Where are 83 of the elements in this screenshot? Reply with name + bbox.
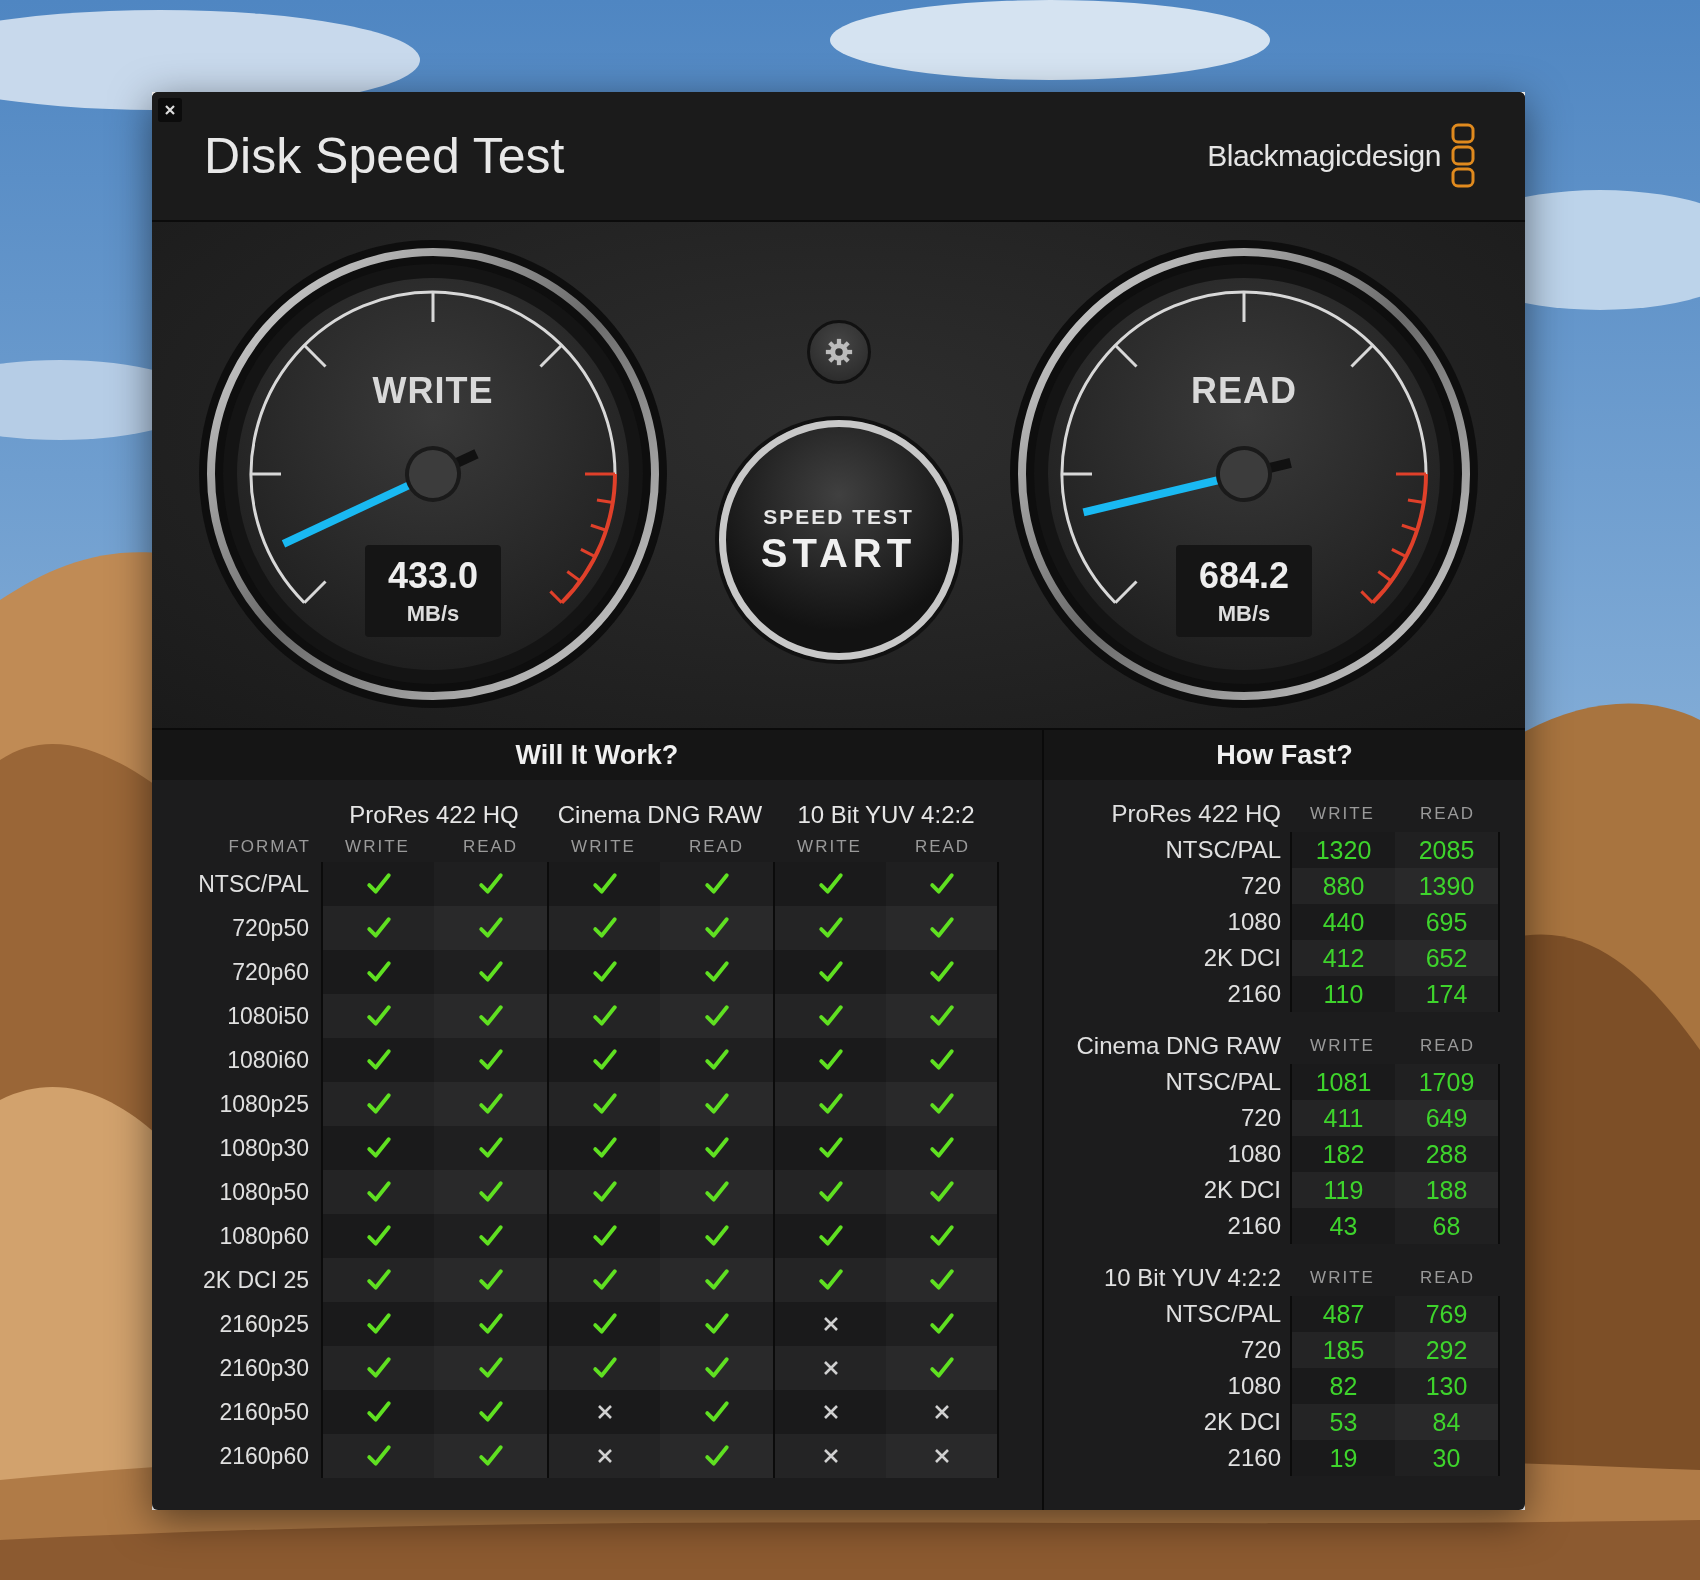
stacked-squares-icon — [1451, 123, 1477, 189]
row-label: 2K DCI 25 — [201, 1265, 310, 1295]
gauge-label: WRITE — [371, 370, 495, 412]
column-header: READ — [1418, 804, 1477, 824]
table-cell: 652 — [1395, 940, 1500, 976]
row-label: 2160 — [1226, 1443, 1282, 1473]
row-label: NTSC/PAL — [1164, 1299, 1282, 1329]
table-cell: 68 — [1395, 1208, 1500, 1244]
table-cell: 880 — [1290, 868, 1395, 904]
table-cell: 174 — [1395, 976, 1500, 1012]
column-group-heading: 10 Bit YUV 4:2:2 — [1103, 1264, 1282, 1292]
row-label: 2K DCI — [1202, 1407, 1282, 1437]
row-label: 2160p25 — [218, 1309, 310, 1339]
row-label: 720 — [1239, 1103, 1282, 1133]
row-label: 1080i50 — [226, 1001, 310, 1031]
column-header: READ — [913, 837, 972, 857]
brand-logo-text: Blackmagicdesign — [1207, 139, 1441, 173]
table-cell: 119 — [1290, 1172, 1395, 1208]
table-cell: 412 — [1290, 940, 1395, 976]
close-icon — [164, 104, 176, 116]
column-group-heading: ProRes 422 HQ — [348, 801, 520, 829]
row-label: NTSC/PAL — [1164, 1067, 1282, 1097]
column-header: WRITE — [570, 837, 637, 857]
row-label: 2160 — [1226, 979, 1282, 1009]
settings-icon — [823, 337, 854, 367]
column-header: WRITE — [796, 837, 863, 857]
row-label: NTSC/PAL — [1164, 835, 1282, 865]
table-cell: 2085 — [1395, 832, 1500, 868]
section-title: Will It Work? — [515, 739, 679, 771]
row-label: 720p50 — [231, 913, 310, 943]
row-label: 2160 — [1226, 1211, 1282, 1241]
row-label: 1080 — [1226, 1139, 1282, 1169]
table-cell: 185 — [1290, 1332, 1395, 1368]
column-group-heading: Cinema DNG RAW — [556, 801, 764, 829]
row-label: 720p60 — [231, 957, 310, 987]
table-cell: 53 — [1290, 1404, 1395, 1440]
column-group-heading: ProRes 422 HQ — [1110, 800, 1282, 828]
gauge-label: READ — [1190, 370, 1298, 412]
column-header: WRITE — [344, 837, 411, 857]
row-label: 1080p50 — [218, 1177, 310, 1207]
table-cell: 649 — [1395, 1100, 1500, 1136]
row-label: 2160p30 — [218, 1353, 310, 1383]
column-header: READ — [687, 837, 746, 857]
table-cell: 130 — [1395, 1368, 1500, 1404]
row-label: 2K DCI — [1202, 1175, 1282, 1205]
column-group-heading: 10 Bit YUV 4:2:2 — [796, 801, 976, 829]
row-label: 720 — [1239, 1335, 1282, 1365]
column-header: FORMAT — [227, 837, 312, 857]
column-header: WRITE — [1309, 804, 1376, 824]
row-label: 1080p25 — [218, 1089, 310, 1119]
table-cell: 411 — [1290, 1100, 1395, 1136]
section-title: How Fast? — [1216, 739, 1353, 771]
table-cell: 288 — [1395, 1136, 1500, 1172]
speed-unit: MB/s — [1217, 601, 1271, 627]
column-header: READ — [461, 837, 520, 857]
table-cell: 1390 — [1395, 868, 1500, 904]
speed-unit: MB/s — [406, 601, 460, 627]
close-button[interactable] — [158, 98, 182, 122]
column-header: WRITE — [1309, 1268, 1376, 1288]
table-cell: 30 — [1395, 1440, 1500, 1476]
row-label: 1080 — [1226, 1371, 1282, 1401]
table-cell: 695 — [1395, 904, 1500, 940]
row-label: 1080 — [1226, 907, 1282, 937]
speed-value: 433.0 — [387, 555, 479, 597]
row-label: 1080p30 — [218, 1133, 310, 1163]
table-cell: 188 — [1395, 1172, 1500, 1208]
column-group-heading: Cinema DNG RAW — [1075, 1032, 1282, 1060]
row-label: 2160p60 — [218, 1441, 310, 1471]
row-label: 1080i60 — [226, 1045, 310, 1075]
column-header: READ — [1418, 1268, 1477, 1288]
table-cell: 292 — [1395, 1332, 1500, 1368]
row-label: NTSC/PAL — [197, 869, 310, 899]
column-header: WRITE — [1309, 1036, 1376, 1056]
speed-value: 684.2 — [1198, 555, 1290, 597]
table-cell: 769 — [1395, 1296, 1500, 1332]
row-label: 2160p50 — [218, 1397, 310, 1427]
window-title: Disk Speed Test — [204, 127, 565, 185]
row-label: 2K DCI — [1202, 943, 1282, 973]
column-header: READ — [1418, 1036, 1477, 1056]
table-cell: 1709 — [1395, 1064, 1500, 1100]
row-label: 1080p60 — [218, 1221, 310, 1251]
row-label: 720 — [1239, 871, 1282, 901]
table-cell: 84 — [1395, 1404, 1500, 1440]
